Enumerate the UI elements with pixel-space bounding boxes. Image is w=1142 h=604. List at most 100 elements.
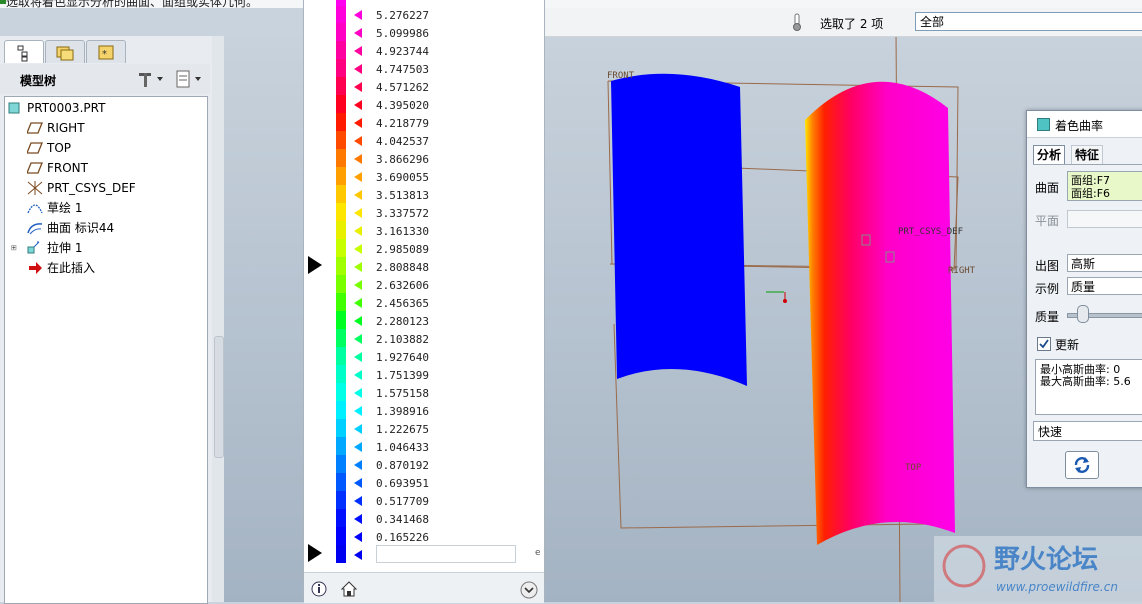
scale-color-band [336, 491, 346, 509]
top-plane-label[interactable]: TOP [905, 463, 922, 473]
smart-filter-icon[interactable] [792, 13, 802, 31]
update-checkbox[interactable] [1037, 337, 1051, 351]
scale-level-value: 1.222675 [376, 423, 429, 436]
scale-level-marker [354, 262, 362, 272]
tab-favorites[interactable]: * [86, 40, 126, 63]
scale-color-band [336, 185, 346, 203]
scale-min-field[interactable] [376, 545, 516, 563]
output-label: 出图 [1035, 259, 1060, 273]
watermark-url: www.proewildfire.cn [996, 580, 1118, 594]
sketch-icon [27, 204, 43, 214]
blue-surface[interactable] [611, 73, 747, 387]
scale-color-band [336, 473, 346, 491]
scale-color-band [336, 149, 346, 167]
scale-level-value: 0.693951 [376, 477, 429, 490]
favorites-icon: * [98, 45, 114, 60]
tab-folder-browser[interactable] [45, 40, 85, 63]
surface-item[interactable]: 面组:F6 [1071, 187, 1142, 200]
scale-color-band [336, 401, 346, 419]
scale-level-marker [354, 352, 362, 362]
scale-level-marker [354, 334, 362, 344]
scale-marker-lower[interactable] [308, 544, 322, 562]
scale-color-band [336, 509, 346, 527]
surface-collector[interactable]: 面组:F7 面组:F6 [1067, 171, 1142, 201]
svg-text:*: * [102, 49, 107, 60]
scale-level-marker [354, 10, 362, 20]
dialog-icon [1037, 118, 1050, 131]
quality-slider-thumb[interactable] [1077, 305, 1089, 323]
scale-level-value: 2.808848 [376, 261, 429, 274]
tree-settings-button[interactable] [137, 69, 167, 89]
scale-bottom-bar [304, 572, 544, 603]
scale-color-band [336, 365, 346, 383]
home-icon[interactable] [340, 580, 358, 598]
scale-level-value: 3.866296 [376, 153, 429, 166]
scale-level-value: 0.517709 [376, 495, 429, 508]
scale-color-band [336, 437, 346, 455]
scale-level-marker [354, 460, 362, 470]
scale-color-band [336, 527, 346, 545]
example-label: 示例 [1035, 282, 1060, 296]
scale-level-marker [354, 550, 362, 560]
scale-level-value: 4.571262 [376, 81, 429, 94]
scale-level-marker [354, 280, 362, 290]
selected-count: 选取了 2 项 [820, 17, 884, 31]
scale-level-marker [354, 64, 362, 74]
scale-level-marker [354, 208, 362, 218]
scale-color-band [336, 329, 346, 347]
compute-button[interactable] [1065, 451, 1099, 479]
expand-icon[interactable] [11, 241, 21, 255]
scale-level-marker [354, 298, 362, 308]
front-plane-label[interactable]: FRONT [607, 71, 635, 81]
extrude-icon [27, 241, 40, 254]
scale-color-band [336, 419, 346, 437]
scale-level-value: 4.923744 [376, 45, 429, 58]
plane-collector[interactable] [1067, 210, 1142, 228]
scale-level-marker [354, 514, 362, 524]
scale-color-band [336, 5, 346, 23]
checkmark-icon [1039, 339, 1049, 349]
scale-level-marker [354, 532, 362, 542]
scale-level-marker [354, 316, 362, 326]
compute-mode-dropdown[interactable]: 快速 [1033, 421, 1142, 441]
navigator-panel: * 模型树 PRT0003.PRT RIGHT TOP FRONT PRT_CS… [0, 36, 224, 604]
datum-plane-icon [27, 162, 43, 174]
scale-level-value: 4.218779 [376, 117, 429, 130]
scale-color-band [336, 275, 346, 293]
tab-analysis[interactable]: 分析 [1033, 145, 1066, 165]
scale-level-value: 2.632606 [376, 279, 429, 292]
tab-model-tree[interactable] [4, 40, 44, 63]
results-box: 最小高斯曲率: 0 最大高斯曲率: 5.6 [1035, 359, 1142, 415]
cylinder-surface[interactable] [805, 81, 955, 545]
forum-watermark: 野火论坛 www.proewildfire.cn [934, 536, 1142, 602]
selection-filter-dropdown[interactable]: 全部 [915, 12, 1142, 31]
scale-level-marker [354, 406, 362, 416]
surface-item[interactable]: 面组:F7 [1071, 174, 1142, 187]
tab-feature[interactable]: 特征 [1071, 145, 1104, 165]
example-dropdown[interactable]: 质量 [1067, 277, 1142, 295]
panel-splitter[interactable] [212, 36, 224, 602]
datum-plane-icon [27, 142, 43, 154]
scale-level-marker [354, 46, 362, 56]
surface-label: 曲面 [1035, 181, 1060, 195]
right-plane-label[interactable]: RIGHT [948, 266, 976, 276]
part-icon [8, 102, 20, 114]
info-icon[interactable] [310, 580, 328, 598]
scale-level-marker [354, 82, 362, 92]
csys-label[interactable]: PRT_CSYS_DEF [898, 227, 963, 237]
scale-level-value: 5.276227 [376, 9, 429, 22]
scale-color-band [336, 545, 346, 563]
chevron-down-icon[interactable] [520, 581, 538, 599]
output-dropdown[interactable]: 高斯 [1067, 254, 1142, 272]
scale-level-marker [354, 136, 362, 146]
datum-plane-icon [27, 122, 43, 134]
scale-color-band [336, 455, 346, 473]
dialog-titlebar[interactable]: 着色曲率 [1027, 111, 1142, 138]
tree-show-button[interactable] [175, 69, 205, 89]
quality-label: 质量 [1035, 310, 1060, 324]
refresh-icon [1074, 457, 1090, 473]
splitter-grip[interactable] [214, 336, 224, 458]
scale-marker-upper[interactable] [308, 256, 322, 274]
insert-here-icon [29, 262, 42, 274]
scale-level-value: 3.690055 [376, 171, 429, 184]
